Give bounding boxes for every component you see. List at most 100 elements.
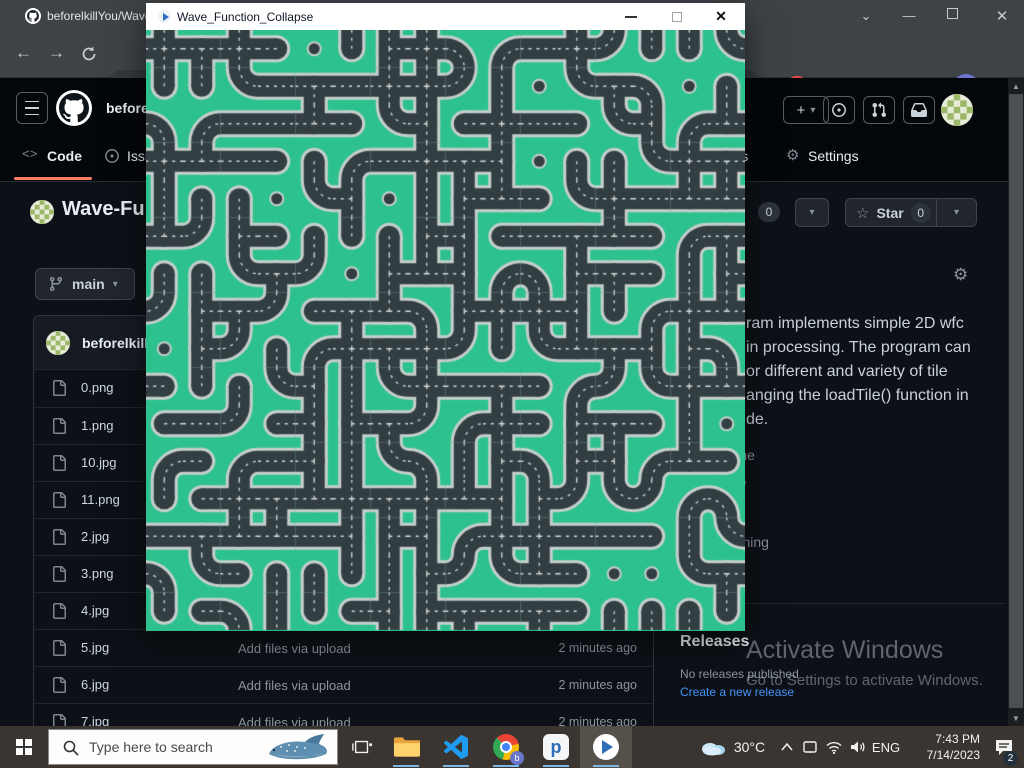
search-input[interactable]: Type here to search	[48, 729, 338, 765]
scroll-up-icon[interactable]: ▲	[1008, 78, 1024, 94]
file-icon	[51, 380, 67, 396]
browser-minimize-button[interactable]: —	[901, 8, 917, 23]
file-icon	[51, 603, 67, 619]
windows-logo-icon	[16, 739, 32, 755]
notification-badge: 2	[1003, 751, 1018, 766]
search-placeholder: Type here to search	[89, 739, 213, 755]
file-name[interactable]: 6.jpg	[81, 677, 109, 692]
star-icon: ☆	[856, 204, 869, 222]
page-title[interactable]: Wave-Fun	[62, 198, 157, 221]
file-name[interactable]: 0.png	[81, 380, 114, 395]
active-tab-underline	[14, 177, 92, 180]
tray-wifi[interactable]	[822, 726, 846, 768]
file-name[interactable]: 1.png	[81, 418, 114, 433]
file-icon	[51, 566, 67, 582]
taskbar-vscode[interactable]	[434, 726, 478, 768]
tray-volume[interactable]	[846, 726, 870, 768]
commit-message[interactable]: Add files via upload	[238, 678, 351, 693]
taskbar-sketch-running[interactable]	[580, 726, 632, 768]
file-icon	[51, 492, 67, 508]
commit-author-avatar[interactable]	[46, 331, 70, 355]
file-icon	[51, 640, 67, 656]
settings-gear-icon: ⚙	[786, 146, 799, 164]
file-icon	[51, 677, 67, 693]
fork-count: 0	[758, 202, 780, 222]
commit-time: 2 minutes ago	[558, 641, 637, 655]
file-name[interactable]: 10.jpg	[81, 455, 116, 470]
tray-tablet-mode[interactable]	[798, 726, 822, 768]
inbox-icon[interactable]	[903, 96, 935, 124]
sketch-maximize-button[interactable]	[664, 5, 690, 28]
file-icon	[51, 455, 67, 471]
pull-requests-icon[interactable]	[863, 96, 895, 124]
back-icon[interactable]: ←	[15, 43, 32, 63]
desktop: beforelkillYou/Wave ⌄ — ✕ ← → github.com…	[0, 0, 1024, 768]
releases-heading[interactable]: Releases	[680, 633, 749, 651]
browser-close-button[interactable]: ✕	[994, 7, 1010, 25]
github-logo[interactable]	[56, 90, 92, 126]
processing-icon: p	[543, 734, 569, 760]
reload-icon[interactable]	[80, 45, 98, 63]
scrollbar-thumb[interactable]	[1009, 94, 1023, 708]
scroll-down-icon[interactable]: ▼	[1008, 710, 1024, 726]
search-icon	[63, 740, 79, 756]
about-description: ram implements simple 2D wfc in processi…	[746, 312, 971, 432]
commit-message[interactable]: Add files via upload	[238, 641, 351, 656]
weather-widget[interactable]: 30°C	[686, 726, 778, 768]
taskbar-chrome[interactable]: b	[484, 726, 528, 768]
page-scrollbar[interactable]: ▲ ▼	[1008, 78, 1024, 726]
github-favicon	[25, 8, 41, 24]
hamburger-menu-button[interactable]	[16, 92, 48, 124]
tablet-icon	[802, 739, 818, 755]
user-avatar[interactable]	[941, 94, 973, 126]
fork-dropdown-button[interactable]: ▾	[795, 198, 829, 227]
start-button[interactable]	[0, 726, 48, 768]
star-button[interactable]: ☆ Star 0	[845, 198, 937, 227]
whale-shark-image	[261, 732, 333, 764]
language-indicator[interactable]: ENG	[868, 726, 904, 768]
vscode-icon	[444, 735, 468, 759]
about-gear-icon[interactable]: ⚙	[953, 265, 968, 285]
taskbar-file-explorer[interactable]	[384, 726, 428, 768]
sketch-play-icon	[593, 734, 619, 760]
file-name[interactable]: 3.png	[81, 566, 114, 581]
code-icon: <>	[22, 147, 38, 162]
file-name[interactable]: 2.jpg	[81, 529, 109, 544]
file-name[interactable]: 5.jpg	[81, 640, 109, 655]
sketch-close-button[interactable]: ✕	[708, 5, 734, 28]
commit-time: 2 minutes ago	[558, 678, 637, 692]
file-name[interactable]: 11.png	[81, 492, 120, 507]
forward-icon[interactable]: →	[48, 43, 65, 63]
task-view-button[interactable]	[342, 726, 382, 768]
wfc-pattern-canvas	[146, 30, 745, 631]
repo-avatar	[30, 200, 54, 224]
file-name[interactable]: 4.jpg	[81, 603, 109, 618]
issues-tab-icon	[104, 148, 120, 164]
tab-search-chevron-icon[interactable]: ⌄	[858, 8, 874, 24]
sketch-minimize-button[interactable]	[618, 5, 644, 28]
sketch-app-icon	[158, 10, 171, 23]
sketch-window: Wave_Function_Collapse ✕	[146, 3, 745, 631]
action-center-button[interactable]: 2	[984, 726, 1024, 768]
clock-date: 7/14/2023	[908, 747, 980, 763]
tab-settings[interactable]: Settings	[808, 148, 859, 164]
file-icon	[51, 529, 67, 545]
task-view-icon	[352, 738, 372, 756]
browser-restore-button[interactable]	[947, 8, 958, 19]
table-row[interactable]: 5.jpg Add files via upload 2 minutes ago	[34, 629, 653, 666]
branch-selector[interactable]: main ▾	[35, 268, 135, 300]
clock[interactable]: 7:43 PM 7/14/2023	[908, 731, 980, 763]
tab-code[interactable]: Code	[47, 148, 82, 164]
table-row[interactable]: 6.jpg Add files via upload 2 minutes ago	[34, 666, 653, 703]
activate-windows-watermark: Activate Windows Go to Settings to activ…	[746, 636, 983, 689]
commit-author[interactable]: beforelkill	[82, 335, 148, 351]
tray-expand-button[interactable]	[776, 726, 798, 768]
weather-temp: 30°C	[734, 739, 765, 755]
star-dropdown-button[interactable]: ▾	[937, 198, 977, 227]
taskbar-processing[interactable]: p	[534, 726, 578, 768]
browser-tab[interactable]: beforelkillYou/Wave	[47, 9, 152, 23]
star-label: Star	[876, 205, 903, 221]
sketch-titlebar[interactable]: Wave_Function_Collapse ✕	[146, 3, 745, 30]
issues-header-icon[interactable]	[823, 96, 855, 124]
file-icon	[51, 418, 67, 434]
